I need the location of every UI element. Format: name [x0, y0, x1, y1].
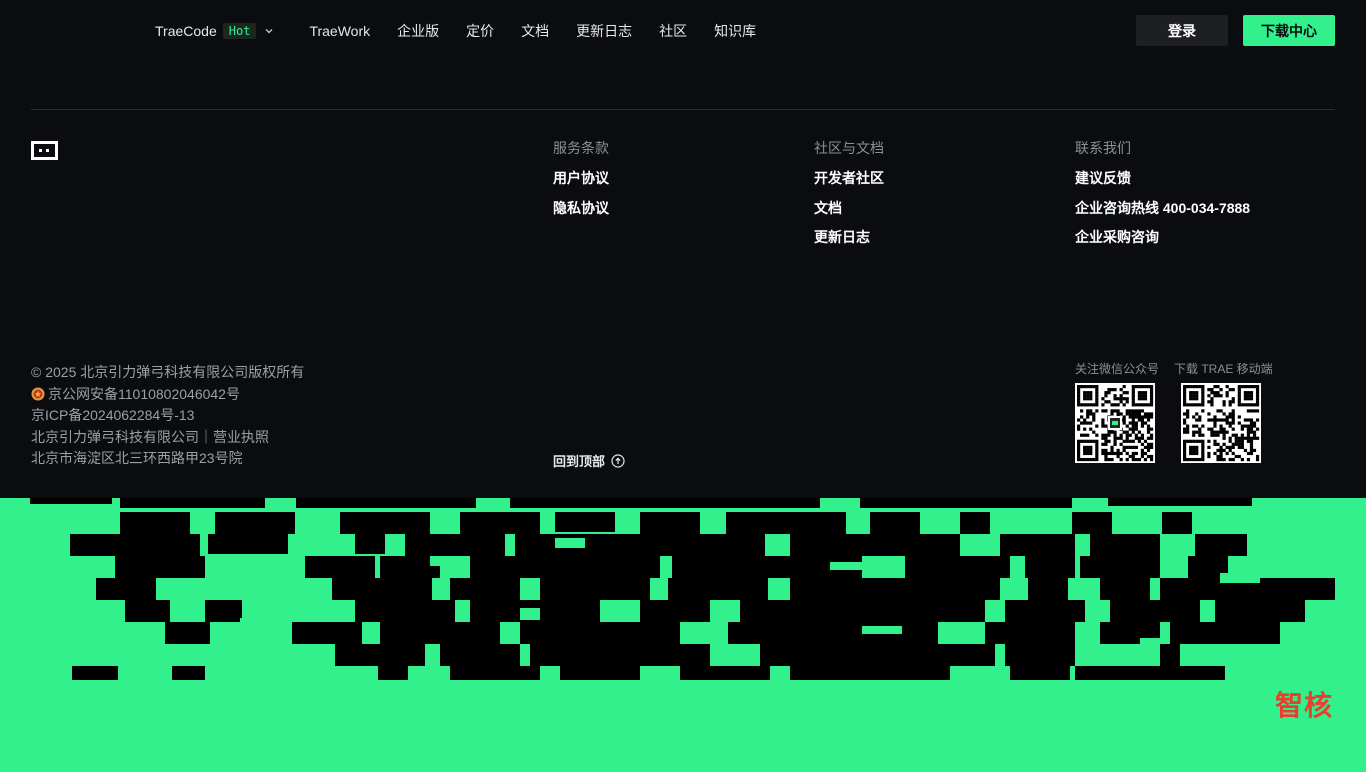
glitch-logotype-graphic: [30, 498, 1335, 680]
login-button[interactable]: 登录: [1136, 15, 1228, 46]
nav-item-label: TraeCode: [155, 23, 217, 39]
arrow-up-circle-icon: [611, 453, 625, 468]
nav-item-traework[interactable]: TraeWork: [309, 23, 370, 39]
icp-record-link[interactable]: 京ICP备2024062284号-13: [31, 405, 304, 427]
footer-column-title: 社区与文档: [814, 140, 884, 156]
nav-item-enterprise[interactable]: 企业版: [397, 21, 439, 41]
wechat-qr-code-icon: [1075, 383, 1155, 463]
nav-item-community[interactable]: 社区: [659, 21, 687, 41]
chevron-down-icon: [264, 26, 274, 36]
police-record-link[interactable]: 京公网安备11010802046042号: [31, 384, 304, 406]
trae-logo-icon[interactable]: [31, 141, 58, 160]
mobile-qr-label: 下载 TRAE 移动端: [1174, 362, 1273, 376]
police-record-text: 京公网安备11010802046042号: [48, 385, 240, 402]
nav-item-pricing[interactable]: 定价: [466, 21, 494, 41]
legal-info: © 2025 北京引力弹弓科技有限公司版权所有 京公网安备11010802046…: [31, 362, 304, 470]
footer-link-procurement[interactable]: 企业采购咨询: [1075, 229, 1250, 245]
footer-link-docs[interactable]: 文档: [814, 200, 884, 216]
footer-link-user-agreement[interactable]: 用户协议: [553, 170, 609, 186]
back-to-top-label: 回到顶部: [553, 454, 606, 469]
nav-item-changelog[interactable]: 更新日志: [576, 21, 632, 41]
footer-link-feedback[interactable]: 建议反馈: [1075, 170, 1250, 186]
download-center-button[interactable]: 下载中心: [1243, 15, 1335, 46]
footer-column-community: 社区与文档 开发者社区 文档 更新日志: [814, 140, 884, 259]
footer-link-privacy[interactable]: 隐私协议: [553, 200, 609, 216]
hot-badge: Hot: [222, 23, 257, 39]
footer-column-title: 联系我们: [1075, 140, 1131, 156]
mobile-qr-code-icon: [1181, 383, 1261, 463]
main-nav: TraeCode Hot TraeWork 企业版 定价 文档 更新日志 社区 …: [155, 0, 783, 62]
footer-column-contact: 联系我们 建议反馈 企业咨询热线 400-034-7888 企业采购咨询: [1075, 140, 1250, 259]
watermark-text: 智核: [1274, 690, 1333, 721]
copyright-text: © 2025 北京引力弹弓科技有限公司版权所有: [31, 364, 305, 380]
footer-column-terms: 服务条款 用户协议 隐私协议: [553, 140, 609, 229]
nav-item-knowledge-base[interactable]: 知识库: [714, 21, 756, 41]
nav-item-traecode[interactable]: TraeCode Hot: [155, 23, 282, 39]
business-license-link[interactable]: 北京引力弹弓科技有限公司｜营业执照: [31, 427, 304, 449]
back-to-top-button[interactable]: 回到顶部: [553, 451, 625, 470]
police-emblem-icon: [31, 386, 45, 401]
footer-link-changelog[interactable]: 更新日志: [814, 229, 884, 245]
footer-link-dev-community[interactable]: 开发者社区: [814, 170, 884, 186]
wechat-qr-label: 关注微信公众号: [1075, 362, 1160, 376]
trae-brand-banner: 智核: [0, 498, 1366, 772]
footer-divider: [31, 109, 1335, 110]
nav-item-docs[interactable]: 文档: [521, 21, 549, 41]
address-text: 北京市海淀区北三环西路甲23号院: [31, 450, 243, 467]
footer-column-title: 服务条款: [553, 140, 609, 156]
footer-link-hotline[interactable]: 企业咨询热线 400-034-7888: [1075, 200, 1250, 216]
top-navigation: TraeCode Hot TraeWork 企业版 定价 文档 更新日志 社区 …: [0, 0, 1366, 62]
